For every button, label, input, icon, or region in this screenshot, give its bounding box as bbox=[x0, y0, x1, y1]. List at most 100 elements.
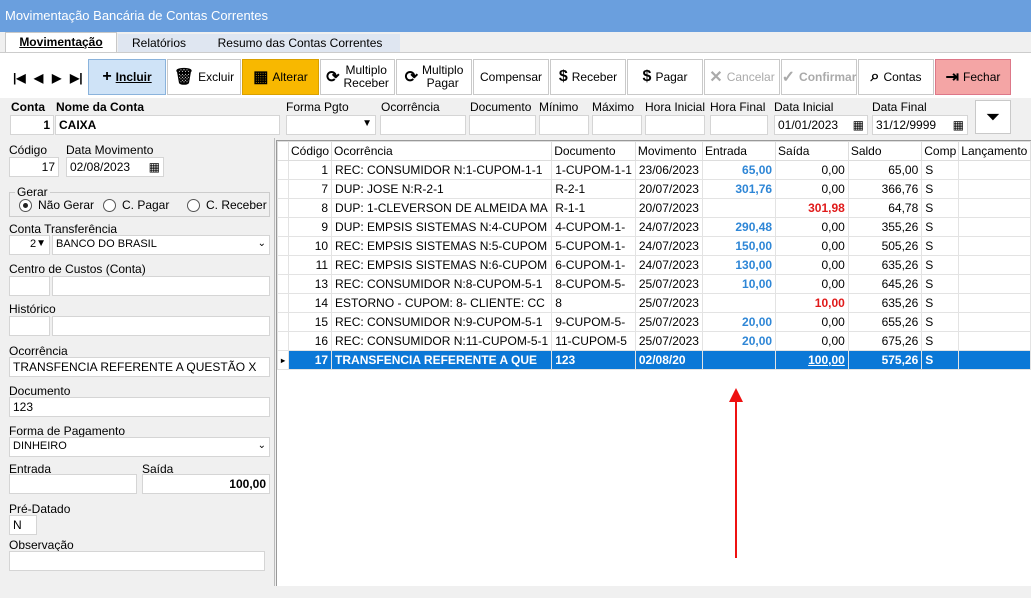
multiplo-receber-button[interactable]: ⟳ Multiplo Receber bbox=[320, 59, 395, 95]
multiplo-pagar-button[interactable]: ⟳ Multiplo Pagar bbox=[396, 59, 472, 95]
table-cell: 20,00 bbox=[701, 331, 777, 351]
table-row[interactable]: 15 REC: CONSUMIDOR N:9-CUPOM-5-1 9-CUPOM-5… bbox=[276, 312, 1031, 332]
forma-pagamento-value: DINHEIRO bbox=[13, 440, 67, 452]
historico-field[interactable] bbox=[52, 316, 270, 336]
contas-button[interactable]: ⌕ Contas bbox=[858, 59, 934, 95]
centro-custos-field[interactable] bbox=[52, 276, 270, 296]
table-cell: 23/06/2023 bbox=[634, 160, 703, 180]
table-row[interactable]: 13 REC: CONSUMIDOR N:8-CUPOM-5-1 8-CUPOM-5… bbox=[276, 274, 1031, 294]
documento-filter-field[interactable] bbox=[469, 115, 536, 135]
pagar-button[interactable]: $ Pagar bbox=[627, 59, 703, 95]
calendar-icon[interactable]: ▦ bbox=[853, 118, 864, 132]
column-header[interactable]: Saída bbox=[775, 141, 849, 161]
maximo-field[interactable] bbox=[592, 115, 642, 135]
table-row[interactable]: 1 REC: CONSUMIDOR N:1-CUPOM-1-1 1-CUPOM-1-… bbox=[276, 160, 1031, 180]
ocorrencia-filter-field[interactable] bbox=[380, 115, 466, 135]
table-cell: 13 bbox=[288, 274, 333, 294]
minimo-field[interactable] bbox=[539, 115, 589, 135]
table-cell: 8 bbox=[551, 293, 636, 313]
conta-transferencia-code[interactable]: 2 ▼ bbox=[9, 235, 50, 255]
entrada-field[interactable] bbox=[9, 474, 137, 494]
data-inicial-field[interactable]: 01/01/2023 ▦ bbox=[774, 115, 868, 135]
table-cell: 130,00 bbox=[701, 255, 777, 275]
table-cell: 20/07/2023 bbox=[634, 198, 703, 218]
next-record-button[interactable]: ▶ bbox=[52, 71, 61, 85]
hora-final-field[interactable] bbox=[710, 115, 768, 135]
last-record-button[interactable]: ▶| bbox=[70, 71, 83, 85]
first-record-button[interactable]: |◀ bbox=[13, 71, 26, 85]
fechar-button[interactable]: ⇥ Fechar bbox=[935, 59, 1011, 95]
table-cell: 0,00 bbox=[775, 331, 849, 351]
table-row[interactable]: 11 REC: EMPSIS SISTEMAS N:6-CUPOM 6-CUPOM-… bbox=[276, 255, 1031, 275]
table-row[interactable]: ▸ 17 TRANSFENCIA REFERENTE A QUE 123 02/08/2… bbox=[276, 350, 1031, 370]
table-cell: REC: EMPSIS SISTEMAS N:5-CUPOM bbox=[331, 236, 553, 256]
table-row[interactable]: 10 REC: EMPSIS SISTEMAS N:5-CUPOM 5-CUPOM-… bbox=[276, 236, 1031, 256]
table-cell bbox=[958, 255, 1031, 275]
table-row[interactable]: 8 DUP: 1-CLEVERSON DE ALMEIDA MA R-1-1 20/0… bbox=[276, 198, 1031, 218]
calendar-icon[interactable]: ▦ bbox=[149, 160, 160, 174]
alterar-button[interactable]: ▦ Alterar bbox=[242, 59, 319, 95]
tab-relatorios[interactable]: Relatórios bbox=[118, 34, 200, 52]
column-header[interactable]: Saldo bbox=[847, 141, 923, 161]
row-indicator bbox=[276, 160, 290, 180]
documento-field[interactable]: 123 bbox=[9, 397, 270, 417]
observacao-label: Observação bbox=[9, 538, 74, 552]
centro-custos-code[interactable] bbox=[9, 276, 50, 296]
pre-datado-field[interactable]: N bbox=[9, 515, 37, 535]
radio-nao-gerar[interactable] bbox=[19, 199, 32, 212]
column-header[interactable]: Movimento bbox=[634, 141, 703, 161]
movements-grid[interactable]: Código Ocorrência Documento Movimento Entrad… bbox=[276, 140, 1031, 586]
column-header[interactable]: Entrada bbox=[701, 141, 777, 161]
table-row[interactable]: 7 DUP: JOSE N:R-2-1 R-2-1 20/07/2023 301,76 0… bbox=[276, 179, 1031, 199]
data-final-field[interactable]: 31/12/9999 ▦ bbox=[872, 115, 968, 135]
data-movimento-field[interactable]: 02/08/2023 ▦ bbox=[66, 157, 164, 177]
table-cell bbox=[958, 236, 1031, 256]
compensar-button[interactable]: Compensar bbox=[473, 59, 549, 95]
calendar-icon[interactable]: ▦ bbox=[953, 118, 964, 132]
column-header[interactable]: Ocorrência bbox=[331, 141, 553, 161]
table-cell: 16 bbox=[288, 331, 333, 351]
table-cell: 575,26 bbox=[847, 350, 923, 370]
forma-pagamento-select[interactable]: DINHEIRO ⌄ bbox=[9, 437, 270, 457]
empty-row bbox=[278, 408, 1031, 427]
table-cell: 17 bbox=[288, 350, 333, 370]
tab-resumo-contas[interactable]: Resumo das Contas Correntes bbox=[200, 34, 400, 52]
table-cell: 0,00 bbox=[775, 312, 849, 332]
incluir-button[interactable]: + Incluir bbox=[88, 59, 166, 95]
conta-field[interactable]: 1 bbox=[10, 115, 54, 135]
hora-inicial-field[interactable] bbox=[645, 115, 705, 135]
nome-conta-field[interactable]: CAIXA bbox=[55, 115, 280, 135]
observacao-field[interactable] bbox=[9, 551, 265, 571]
cancelar-button[interactable]: ✕ Cancelar bbox=[704, 59, 780, 95]
radio-c-pagar[interactable] bbox=[103, 199, 116, 212]
column-header[interactable]: Código bbox=[288, 141, 333, 161]
conta-transferencia-select[interactable]: BANCO DO BRASIL ⌄ bbox=[52, 235, 270, 255]
forma-pgto-select[interactable]: ▼ bbox=[286, 115, 376, 135]
table-row[interactable]: 14 ESTORNO - CUPOM: 8- CLIENTE: CC 8 25/07/… bbox=[276, 293, 1031, 313]
prev-record-button[interactable]: ◀ bbox=[34, 71, 43, 85]
table-cell bbox=[958, 350, 1031, 370]
excluir-label: Excluir bbox=[198, 70, 235, 84]
table-cell: 25/07/2023 bbox=[634, 293, 703, 313]
confirmar-button[interactable]: ✓ Confirmar bbox=[781, 59, 857, 95]
table-cell: 20/07/2023 bbox=[634, 179, 703, 199]
historico-code[interactable] bbox=[9, 316, 50, 336]
receber-button[interactable]: $ Receber bbox=[550, 59, 626, 95]
table-cell: S bbox=[921, 293, 960, 313]
excluir-button[interactable]: 🗑 Excluir bbox=[167, 59, 241, 95]
table-row[interactable]: 16 REC: CONSUMIDOR N:11-CUPOM-5-1 11-CUPOM… bbox=[276, 331, 1031, 351]
column-header[interactable]: Lançamento bbox=[958, 141, 1031, 161]
table-row[interactable]: 9 DUP: EMPSIS SISTEMAS N:4-CUPOM 4-CUPOM-1… bbox=[276, 217, 1031, 237]
radio-c-receber[interactable] bbox=[187, 199, 200, 212]
table-cell: 5-CUPOM-1- bbox=[551, 236, 636, 256]
row-indicator bbox=[276, 331, 290, 351]
table-cell: 0,00 bbox=[775, 274, 849, 294]
tab-movimentacao[interactable]: Movimentação bbox=[5, 32, 117, 52]
column-header[interactable]: Comp bbox=[921, 141, 960, 161]
codigo-field[interactable]: 17 bbox=[9, 157, 59, 177]
column-header[interactable]: Documento bbox=[551, 141, 636, 161]
saida-field[interactable]: 100,00 bbox=[142, 474, 270, 494]
row-indicator bbox=[276, 198, 290, 218]
filter-button[interactable]: ⏷ bbox=[975, 100, 1011, 134]
ocorrencia-field[interactable]: TRANSFENCIA REFERENTE A QUESTÃO X bbox=[9, 357, 270, 377]
